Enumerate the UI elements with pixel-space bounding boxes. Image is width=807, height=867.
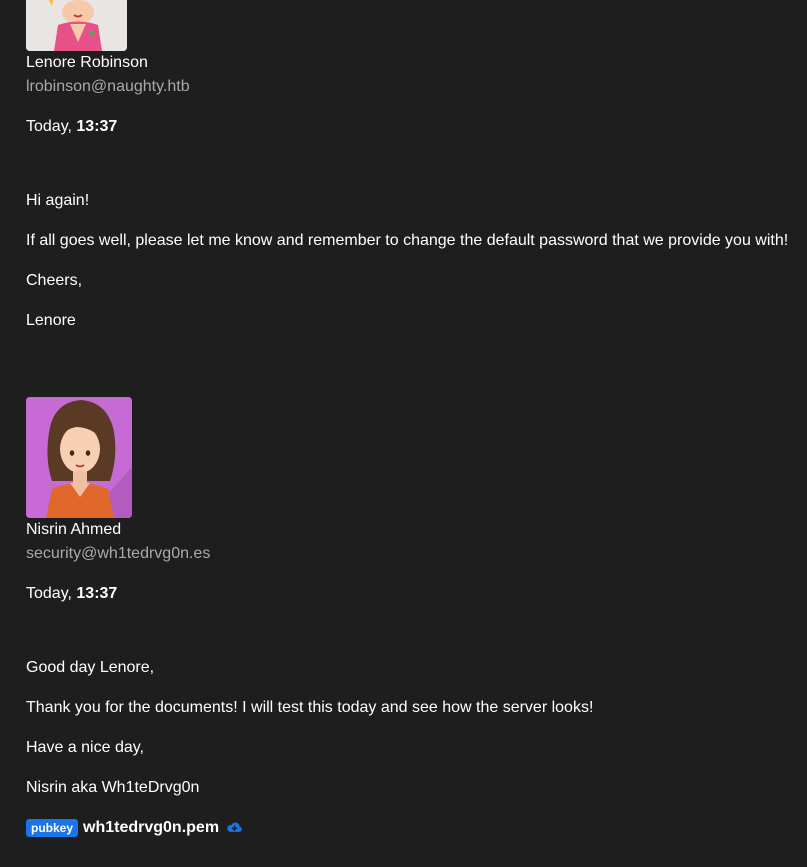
body-line: Have a nice day, bbox=[26, 739, 144, 756]
timestamp: Today, 13:37 bbox=[26, 584, 593, 604]
timestamp-time: 13:37 bbox=[76, 118, 118, 135]
attachment-badge: pubkey bbox=[26, 819, 79, 837]
body-line: Nisrin aka Wh1teDrvg0n bbox=[26, 779, 200, 796]
timestamp: Today, 13:37 bbox=[26, 117, 788, 137]
timestamp-prefix: Today, bbox=[26, 118, 77, 135]
attachment-file-name[interactable]: wh1tedrvg0n.pem bbox=[83, 818, 219, 838]
body-line: Cheers, bbox=[26, 272, 83, 289]
attachment[interactable]: pubkey wh1tedrvg0n.pem bbox=[26, 818, 593, 838]
sender-name: Nisrin Ahmed bbox=[26, 521, 122, 538]
timestamp-prefix: Today, bbox=[26, 585, 77, 602]
body-line: Lenore bbox=[26, 312, 76, 329]
sender-email[interactable]: security@wh1tedrvg0n.es bbox=[26, 544, 593, 564]
message: Lenore Robinson lrobinson@naughty.htb To… bbox=[26, 0, 788, 351]
timestamp-time: 13:37 bbox=[76, 585, 118, 602]
body-line: Hi again! bbox=[26, 192, 90, 209]
body-line: Good day Lenore, bbox=[26, 659, 155, 676]
message-thread: Lenore Robinson lrobinson@naughty.htb To… bbox=[0, 0, 807, 867]
body-line: Thank you for the documents! I will test… bbox=[26, 699, 594, 716]
body-line: If all goes well, please let me know and… bbox=[26, 232, 789, 249]
avatar bbox=[26, 0, 127, 51]
avatar-image bbox=[26, 0, 127, 51]
avatar-image bbox=[26, 397, 132, 518]
message: Nisrin Ahmed security@wh1tedrvg0n.es Tod… bbox=[26, 397, 593, 838]
cloud-download-icon[interactable] bbox=[226, 821, 243, 835]
avatar bbox=[26, 397, 132, 518]
sender-name: Lenore Robinson bbox=[26, 54, 148, 71]
sender-email[interactable]: lrobinson@naughty.htb bbox=[26, 77, 788, 97]
